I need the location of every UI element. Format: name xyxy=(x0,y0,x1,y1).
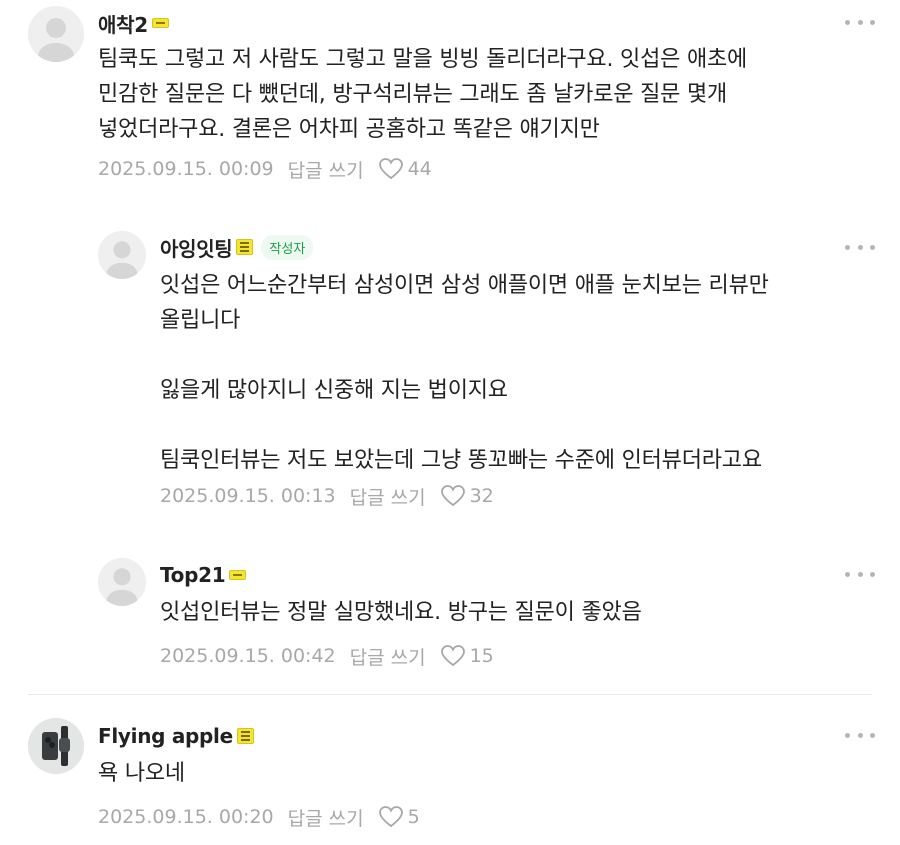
comment-timestamp: 2025.09.15. 00:13 xyxy=(160,485,336,507)
phone-watch-avatar-icon xyxy=(28,718,84,774)
heart-icon xyxy=(378,158,403,180)
comment-body: 잇섭인터뷰는 정말 실망했네요. 방구는 질문이 좋았음 xyxy=(160,600,642,625)
dot xyxy=(845,732,850,738)
like-button[interactable]: 5 xyxy=(378,805,420,829)
heart-icon xyxy=(378,806,403,828)
author-badge: 작성자 xyxy=(261,234,314,260)
like-count: 15 xyxy=(469,645,494,667)
like-count: 32 xyxy=(469,485,494,507)
like-button[interactable]: 44 xyxy=(378,157,432,181)
like-count: 5 xyxy=(407,806,420,828)
comment-divider xyxy=(28,694,872,695)
default-avatar-icon xyxy=(28,6,84,62)
more-options-button[interactable] xyxy=(845,15,875,29)
like-button[interactable]: 32 xyxy=(440,484,494,508)
reply-button[interactable]: 답글 쓰기 xyxy=(350,483,426,510)
reply-button[interactable]: 답글 쓰기 xyxy=(288,804,364,831)
comment-author[interactable]: Flying apple xyxy=(98,724,233,748)
dot xyxy=(845,571,850,577)
comment-author[interactable]: Top21 xyxy=(160,563,226,587)
comment-timestamp: 2025.09.15. 00:20 xyxy=(98,806,274,828)
more-options-button[interactable] xyxy=(845,728,875,742)
dot xyxy=(845,244,850,250)
dot xyxy=(857,244,863,250)
reply-button[interactable]: 답글 쓰기 xyxy=(350,643,426,670)
more-options-button[interactable] xyxy=(845,240,875,254)
comment-timestamp: 2025.09.15. 00:42 xyxy=(160,645,336,667)
comment-body: 욕 나오네 xyxy=(98,761,185,786)
dot xyxy=(870,244,875,250)
user-avatar[interactable] xyxy=(98,231,146,279)
dot xyxy=(870,19,875,25)
heart-icon xyxy=(440,485,465,507)
dot xyxy=(845,19,850,25)
comment-body: 잇섭은 어느순간부터 삼성이면 삼성 애플이면 애플 눈치보는 리뷰만 올립니다… xyxy=(160,273,769,473)
like-count: 44 xyxy=(407,158,432,180)
user-avatar[interactable] xyxy=(28,6,84,62)
dot xyxy=(857,19,863,25)
like-button[interactable]: 15 xyxy=(440,644,494,668)
default-avatar-icon xyxy=(98,558,146,606)
user-avatar[interactable] xyxy=(28,718,84,774)
comment-timestamp: 2025.09.15. 00:09 xyxy=(98,158,274,180)
comment-author[interactable]: 아잉잇팅 xyxy=(160,233,233,262)
level-badge-icon xyxy=(236,728,254,744)
heart-icon xyxy=(440,645,465,667)
comment-body: 팀쿡도 그렇고 저 사람도 그렇고 말을 빙빙 돌리더라구요. 잇섭은 애초에 … xyxy=(98,47,748,142)
more-options-button[interactable] xyxy=(845,567,875,581)
default-avatar-icon xyxy=(98,231,146,279)
level-badge-icon xyxy=(236,239,254,255)
reply-button[interactable]: 답글 쓰기 xyxy=(288,156,364,183)
dot xyxy=(870,571,875,577)
level-badge-icon xyxy=(151,18,169,28)
level-badge-icon xyxy=(229,570,247,580)
comment-author[interactable]: 애착2 xyxy=(98,9,148,38)
dot xyxy=(870,732,875,738)
user-avatar[interactable] xyxy=(98,558,146,606)
dot xyxy=(857,571,863,577)
dot xyxy=(857,732,863,738)
